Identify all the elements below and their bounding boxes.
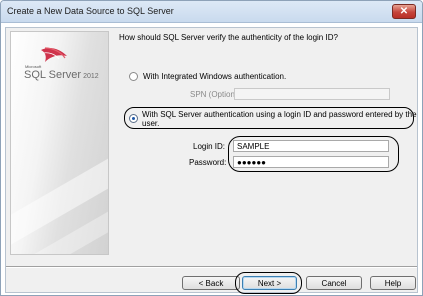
password-label: Password: [189,158,227,167]
dialog-window: Create a New Data Source to SQL Server ✕… [0,0,423,296]
sql-server-logo-icon [41,47,67,62]
dialog-body: Microsoft SQL Server 2012 How should SQL … [5,27,418,294]
next-button[interactable]: Next > [242,276,297,290]
help-button[interactable]: Help [370,276,416,290]
close-button[interactable]: ✕ [392,4,416,19]
branding-panel: Microsoft SQL Server 2012 [10,31,109,255]
spn-input[interactable] [234,88,390,100]
windows-auth-radio[interactable] [129,72,138,81]
close-icon: ✕ [399,6,409,17]
auth-question: How should SQL Server verify the authent… [119,33,338,42]
windows-auth-label[interactable]: With Integrated Windows authentication. [143,72,286,81]
window-title: Create a New Data Source to SQL Server [7,6,174,16]
product-version: 2012 [83,73,99,80]
password-input[interactable]: ●●●●●● [233,156,389,168]
title-bar[interactable]: Create a New Data Source to SQL Server ✕ [1,1,422,23]
button-separator [6,266,417,268]
sql-auth-radio[interactable] [129,114,138,123]
login-id-label: Login ID: [193,142,226,151]
sql-auth-label-line2[interactable]: user. [142,119,159,128]
login-id-input[interactable]: SAMPLE [233,140,389,152]
back-button[interactable]: < Back [182,276,240,290]
product-logo-text: SQL Server 2012 [24,69,99,81]
cancel-button[interactable]: Cancel [306,276,362,290]
product-name: SQL Server [24,69,82,81]
sql-auth-label-line1[interactable]: With SQL Server authentication using a l… [142,110,417,119]
